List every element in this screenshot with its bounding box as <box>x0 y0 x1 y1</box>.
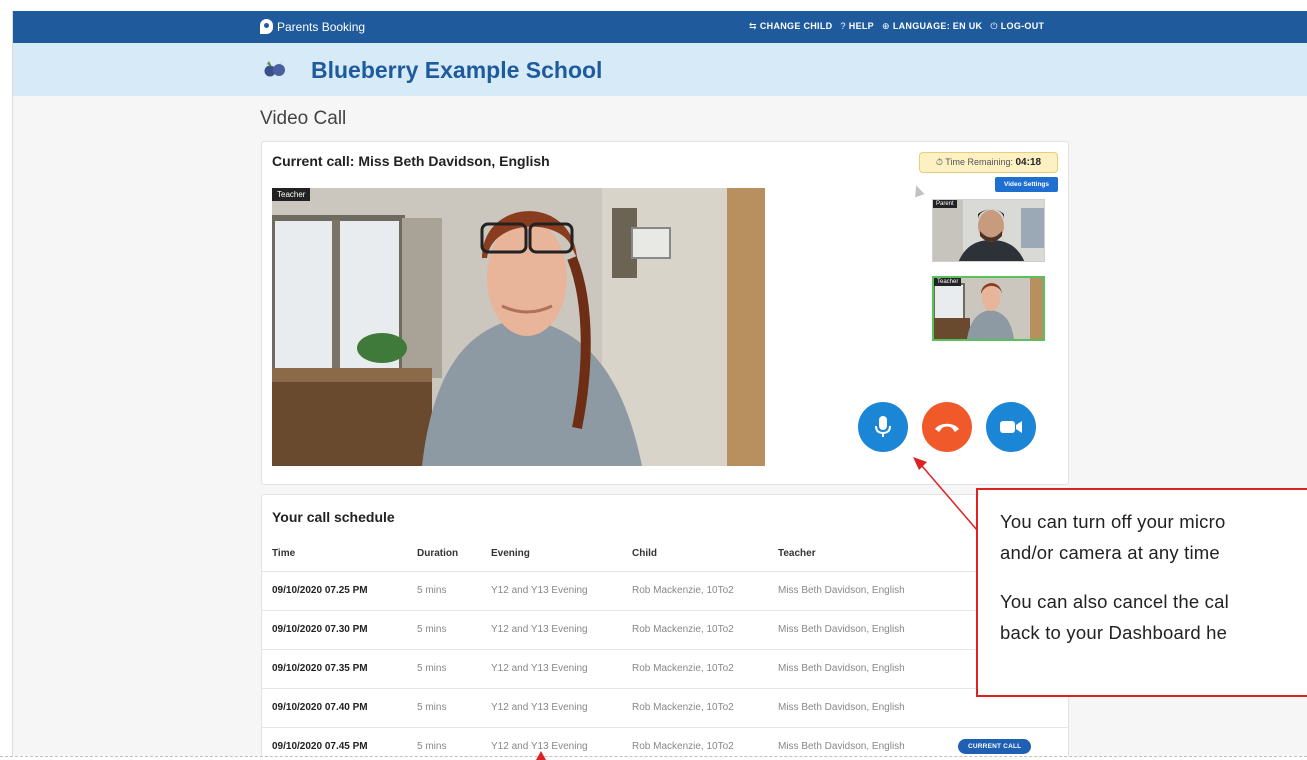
end-call-button[interactable] <box>922 402 972 452</box>
cell-evening: Y12 and Y13 Evening <box>481 687 622 727</box>
cell-time: 09/10/2020 07.40 PM <box>262 687 407 727</box>
parent-video-thumbnail[interactable]: Parent <box>932 199 1045 262</box>
microphone-toggle-button[interactable] <box>858 402 908 452</box>
cell-child: Rob Mackenzie, 10To2 <box>622 687 768 727</box>
cell-teacher: Miss Beth Davidson, English <box>768 726 948 756</box>
video-settings-button[interactable]: Video Settings <box>995 177 1058 192</box>
teacher-video-label: Teacher <box>272 188 311 201</box>
callout-line: You can also cancel the cal <box>1000 591 1229 612</box>
cell-time: 09/10/2020 07.30 PM <box>262 609 407 649</box>
current-call-panel: Current call: Miss Beth Davidson, Englis… <box>261 141 1069 485</box>
blueberry-logo-icon <box>264 61 285 77</box>
brand-name: Parents Booking <box>277 19 366 34</box>
school-header: Blueberry Example School <box>13 43 1307 96</box>
column-header-duration: Duration <box>417 548 459 560</box>
callout-line: You can turn off your micro <box>1000 511 1226 532</box>
cell-status: CURRENT CALL <box>948 726 1068 756</box>
column-header-child: Child <box>632 548 657 560</box>
column-header-teacher: Teacher <box>778 548 816 560</box>
nav-help[interactable]: ? HELP <box>840 21 874 32</box>
table-row: 09/10/2020 07.30 PM 5 mins Y12 and Y13 E… <box>262 609 1068 649</box>
teacher-video-thumbnail[interactable]: Teacher <box>932 276 1045 341</box>
parent-video-label: Parent <box>933 200 957 208</box>
call-schedule-table: Time Duration Evening Child Teacher 09/1… <box>262 537 1068 756</box>
current-call-title: Current call: Miss Beth Davidson, Englis… <box>272 153 550 169</box>
parent-video-image <box>933 200 1044 261</box>
stopwatch-icon: ⏱ <box>935 157 943 167</box>
call-schedule-panel: Your call schedule Time Duration Evening… <box>261 494 1069 756</box>
window-frame-top <box>0 0 1307 11</box>
top-nav-links: ⇆ CHANGE CHILD ? HELP ⊕ LANGUAGE: EN UK ⏻ LO… <box>749 21 1044 32</box>
time-remaining-value: 04:18 <box>1015 157 1042 168</box>
cell-child: Rob Mackenzie, 10To2 <box>622 726 768 756</box>
nav-logout[interactable]: ⏻ LOG-OUT <box>990 21 1044 32</box>
teacher-thumbnail-label: Teacher <box>934 278 962 286</box>
column-header-evening: Evening <box>491 548 530 560</box>
cell-teacher: Miss Beth Davidson, English <box>768 609 948 649</box>
callout-line: back to your Dashboard he <box>1000 622 1228 643</box>
page-title: Video Call <box>260 108 347 129</box>
user-swap-icon: ⇆ <box>749 21 757 31</box>
cell-duration: 5 mins <box>407 687 481 727</box>
cell-duration: 5 mins <box>407 726 481 756</box>
time-remaining-label: Time Remaining: <box>945 157 1013 167</box>
cell-evening: Y12 and Y13 Evening <box>481 648 622 688</box>
nav-change-child[interactable]: ⇆ CHANGE CHILD <box>749 21 832 32</box>
nav-logout-label: LOG-OUT <box>1000 21 1045 31</box>
cell-teacher: Miss Beth Davidson, English <box>768 648 948 688</box>
cell-teacher: Miss Beth Davidson, English <box>768 570 948 610</box>
cell-duration: 5 mins <box>407 648 481 688</box>
cell-evening: Y12 and Y13 Evening <box>481 609 622 649</box>
nav-language[interactable]: ⊕ LANGUAGE: EN UK <box>882 21 982 32</box>
column-header-time: Time <box>272 548 296 560</box>
cell-time: 09/10/2020 07.25 PM <box>262 570 407 610</box>
cell-child: Rob Mackenzie, 10To2 <box>622 609 768 649</box>
call-schedule-title: Your call schedule <box>272 509 395 525</box>
parents-booking-logo-icon <box>260 19 273 34</box>
help-icon: ? <box>840 21 846 31</box>
microphone-icon <box>875 416 891 437</box>
camera-toggle-button[interactable] <box>986 402 1036 452</box>
cell-duration: 5 mins <box>407 609 481 649</box>
callout-paragraph-2: You can also cancel the cal back to your… <box>1000 586 1307 648</box>
table-header-row: Time Duration Evening Child Teacher <box>262 537 1068 571</box>
cell-duration: 5 mins <box>407 570 481 610</box>
window-frame-bottom <box>0 756 1307 760</box>
callout-paragraph-1: You can turn off your micro and/or camer… <box>1000 506 1307 568</box>
teacher-thumbnail-image <box>934 278 1043 339</box>
teacher-video-image <box>272 188 765 466</box>
camera-icon <box>1000 421 1022 433</box>
cell-evening: Y12 and Y13 Evening <box>481 570 622 610</box>
school-name: Blueberry Example School <box>311 57 603 83</box>
power-icon: ⏻ <box>990 21 998 31</box>
current-call-badge[interactable]: CURRENT CALL <box>958 739 1032 755</box>
nav-language-label: LANGUAGE: EN UK <box>892 21 983 31</box>
nav-help-label: HELP <box>848 21 874 31</box>
callout-line: and/or camera at any time <box>1000 542 1220 563</box>
time-remaining-badge: ⏱ Time Remaining: 04:18 <box>919 152 1058 173</box>
nav-change-child-label: CHANGE CHILD <box>759 21 833 31</box>
cell-time: 09/10/2020 07.45 PM <box>262 726 407 756</box>
table-row: 09/10/2020 07.40 PM 5 mins Y12 and Y13 E… <box>262 687 1068 727</box>
annotation-callout: You can turn off your micro and/or camer… <box>976 488 1307 697</box>
cell-child: Rob Mackenzie, 10To2 <box>622 570 768 610</box>
cell-time: 09/10/2020 07.35 PM <box>262 648 407 688</box>
table-row: 09/10/2020 07.35 PM 5 mins Y12 and Y13 E… <box>262 648 1068 688</box>
brand[interactable]: Parents Booking <box>260 19 365 34</box>
top-navigation-bar: Parents Booking ⇆ CHANGE CHILD ? HELP ⊕ LAN… <box>13 11 1307 43</box>
cell-evening: Y12 and Y13 Evening <box>481 726 622 756</box>
hang-up-icon <box>935 423 959 432</box>
table-row: 09/10/2020 07.25 PM 5 mins Y12 and Y13 E… <box>262 570 1068 610</box>
table-row: 09/10/2020 07.45 PM 5 mins Y12 and Y13 E… <box>262 726 1068 756</box>
cell-teacher: Miss Beth Davidson, English <box>768 687 948 727</box>
globe-icon: ⊕ <box>881 21 890 31</box>
cell-child: Rob Mackenzie, 10To2 <box>622 648 768 688</box>
teacher-video-feed: Teacher <box>272 188 765 466</box>
mouse-cursor-icon <box>911 183 925 198</box>
